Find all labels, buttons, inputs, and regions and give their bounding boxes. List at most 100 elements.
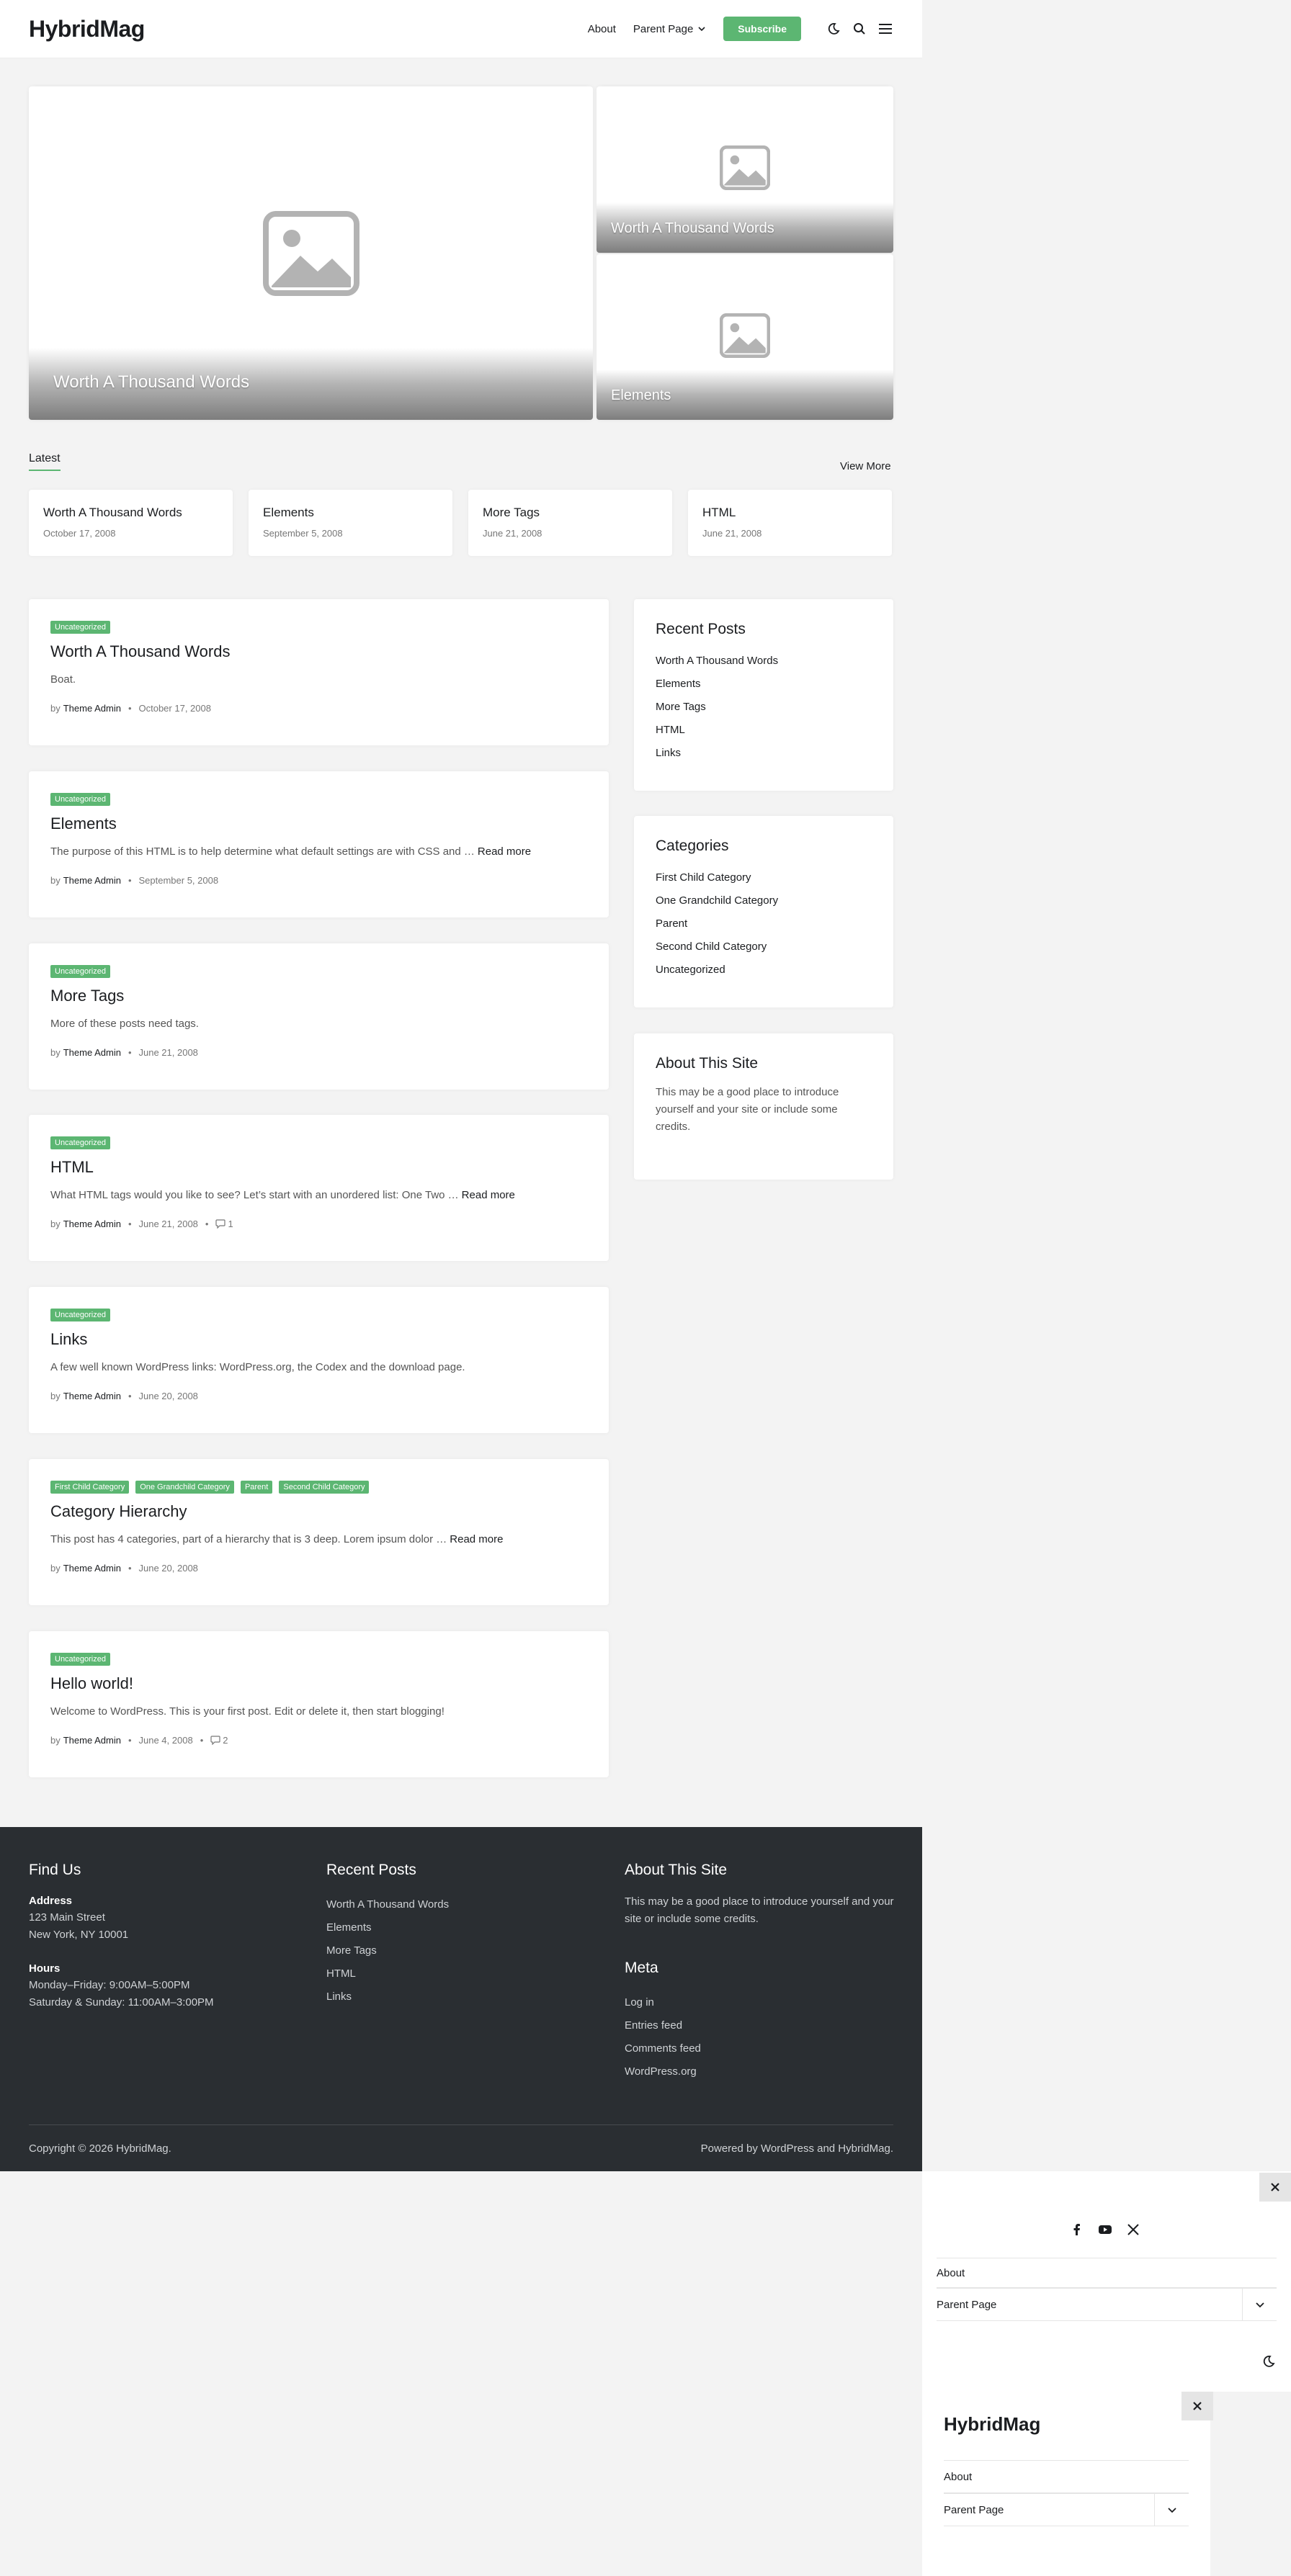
post-date[interactable]: June 20, 2008 [139,1563,198,1574]
read-more-link[interactable]: Read more [462,1189,515,1201]
subscribe-button[interactable]: Subscribe [723,17,801,41]
menu-item-label: About [944,2470,973,2483]
footer-link[interactable]: Comments feed [625,2037,898,2060]
site-logo[interactable]: HybridMag [29,16,145,42]
featured-post-title[interactable]: Worth A Thousand Words [611,220,774,237]
by-label: by [50,1219,61,1229]
footer-link[interactable]: Links [326,1985,600,2009]
footer-link[interactable]: More Tags [326,1939,600,1962]
footer-link[interactable]: WordPress.org [625,2060,898,2083]
category-tag[interactable]: Uncategorized [50,1136,110,1149]
post-title[interactable]: Hello world! [50,1674,587,1693]
category-tag[interactable]: Parent [240,1481,273,1494]
latest-card-title[interactable]: Elements [263,506,438,520]
powered-by-text[interactable]: Powered by WordPress and HybridMag. [701,2142,893,2155]
featured-post-title[interactable]: Worth A Thousand Words [53,372,249,392]
latest-card[interactable]: More Tags June 21, 2008 [468,490,672,556]
widget-link[interactable]: Links [656,742,872,765]
featured-post-side[interactable]: Elements [597,254,893,420]
post-date[interactable]: June 20, 2008 [139,1391,198,1401]
latest-card[interactable]: Elements September 5, 2008 [249,490,452,556]
mobile-menu-logo[interactable]: HybridMag [944,2413,1040,2436]
latest-card[interactable]: Worth A Thousand Words October 17, 2008 [29,490,233,556]
post-title[interactable]: HTML [50,1158,587,1177]
search-button[interactable] [852,21,867,37]
category-tag[interactable]: Second Child Category [279,1481,370,1494]
footer-link[interactable]: Worth A Thousand Words [326,1893,600,1916]
read-more-link[interactable]: Read more [478,845,531,858]
post-date[interactable]: September 5, 2008 [139,875,219,886]
category-tag[interactable]: One Grandchild Category [135,1481,234,1494]
close-menu-button[interactable] [1259,2173,1291,2202]
dark-mode-toggle[interactable] [826,21,841,37]
category-tag[interactable]: Uncategorized [50,965,110,978]
youtube-icon[interactable] [1098,2223,1112,2236]
nav-item-about[interactable]: About [588,23,616,35]
widget-link[interactable]: Elements [656,673,872,696]
facebook-icon[interactable] [1071,2223,1084,2236]
widget-link[interactable]: Parent [656,912,872,935]
category-tag[interactable]: Uncategorized [50,1309,110,1321]
widget-link[interactable]: Second Child Category [656,935,872,959]
category-tag[interactable]: Uncategorized [50,793,110,806]
post-card: Uncategorized Worth A Thousand Words Boa… [29,599,609,745]
post-author[interactable]: Theme Admin [63,703,121,714]
post-title[interactable]: Elements [50,814,587,833]
post-author[interactable]: Theme Admin [63,1219,121,1229]
category-tag[interactable]: Uncategorized [50,621,110,634]
image-placeholder-icon [720,313,770,358]
comment-count[interactable]: 1 [228,1219,233,1229]
latest-card-date: September 5, 2008 [263,528,343,539]
submenu-toggle[interactable] [1154,2494,1189,2526]
post-author[interactable]: Theme Admin [63,1735,121,1746]
footer-title: Recent Posts [326,1862,416,1878]
submenu-toggle[interactable] [1242,2289,1277,2320]
widget-link[interactable]: Uncategorized [656,959,872,982]
featured-post-side[interactable]: Worth A Thousand Words [597,86,893,253]
featured-post-title[interactable]: Elements [611,387,671,404]
latest-card[interactable]: HTML June 21, 2008 [688,490,892,556]
post-date[interactable]: June 4, 2008 [139,1735,193,1746]
post-author[interactable]: Theme Admin [63,875,121,886]
mobile-menu-item-parent-page[interactable]: Parent Page [944,2493,1189,2526]
widget-link[interactable]: Worth A Thousand Words [656,650,872,673]
x-icon[interactable] [1127,2223,1140,2236]
post-title[interactable]: Worth A Thousand Words [50,642,587,661]
post-author[interactable]: Theme Admin [63,1391,121,1401]
view-more-link[interactable]: View More [840,460,891,472]
category-tag[interactable]: First Child Category [50,1481,130,1494]
menu-button[interactable] [877,21,893,37]
mobile-menu-item-about[interactable]: About [937,2258,1277,2288]
mobile-menu-item-about[interactable]: About [944,2460,1189,2493]
featured-post-main[interactable]: Worth A Thousand Words [29,86,593,420]
mobile-menu-item-parent-page[interactable]: Parent Page [937,2288,1277,2321]
latest-card-title[interactable]: Worth A Thousand Words [43,506,218,520]
footer-link[interactable]: Log in [625,1991,898,2014]
post-title[interactable]: More Tags [50,987,587,1005]
footer-link[interactable]: Entries feed [625,2014,898,2037]
category-tag[interactable]: Uncategorized [50,1653,110,1666]
widget-link[interactable]: More Tags [656,696,872,719]
post-meta: by Theme Admin • October 17, 2008 [50,703,211,714]
post-date[interactable]: June 21, 2008 [139,1219,198,1229]
widget-link[interactable]: First Child Category [656,866,872,889]
latest-card-title[interactable]: More Tags [483,506,658,520]
post-title[interactable]: Category Hierarchy [50,1502,587,1521]
post-author[interactable]: Theme Admin [63,1563,121,1574]
post-date[interactable]: June 21, 2008 [139,1047,198,1058]
site-header: HybridMag About Parent Page Subscribe [0,0,922,58]
footer-link[interactable]: Elements [326,1916,600,1939]
close-menu-button[interactable] [1181,2392,1213,2420]
mobile-dark-mode-toggle[interactable] [1262,2355,1275,2371]
widget-link[interactable]: HTML [656,719,872,742]
latest-card-title[interactable]: HTML [702,506,877,520]
comment-count[interactable]: 2 [223,1735,228,1746]
footer-link[interactable]: HTML [326,1962,600,1985]
nav-item-parent-page[interactable]: Parent Page [633,23,706,35]
widget-link[interactable]: One Grandchild Category [656,889,872,912]
footer-title: About This Site [625,1862,728,1878]
post-title[interactable]: Links [50,1330,587,1349]
read-more-link[interactable]: Read more [450,1533,503,1545]
post-date[interactable]: October 17, 2008 [139,703,211,714]
post-author[interactable]: Theme Admin [63,1047,121,1058]
